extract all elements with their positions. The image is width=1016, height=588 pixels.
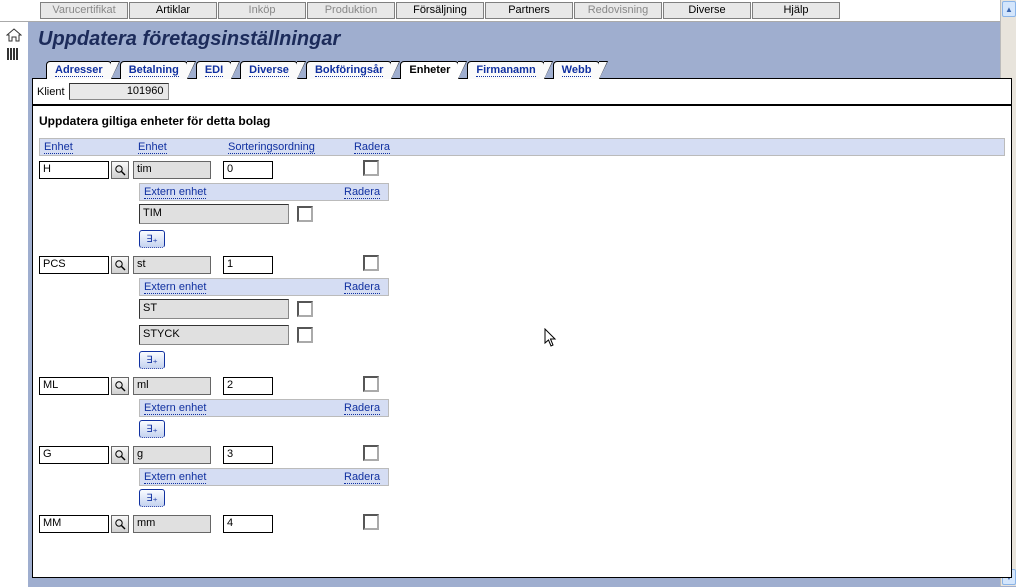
ext-col-unit: Extern enhet <box>144 471 206 484</box>
sort-input[interactable]: 2 <box>223 377 273 395</box>
add-ext-button[interactable]: ∃₊ <box>139 351 165 369</box>
unit-name-field: tim <box>133 161 211 179</box>
col-unit-code: Enhet <box>44 141 73 154</box>
ext-block: Extern enhet Radera TIM ∃₊ <box>139 183 389 251</box>
klient-label: Klient <box>37 86 65 98</box>
ext-delete-checkbox[interactable] <box>297 301 313 317</box>
tab-webb[interactable]: Webb <box>553 61 601 79</box>
list-icon[interactable] <box>7 48 21 63</box>
menu-inkop[interactable]: Inköp <box>218 2 306 19</box>
unit-row: H tim 0 <box>39 158 1005 181</box>
tab-adresser[interactable]: Adresser <box>46 61 112 79</box>
scroll-up-button[interactable]: ▲ <box>1002 1 1016 17</box>
unit-row: PCS st 1 <box>39 253 1005 276</box>
ext-block: Extern enhet Radera ST STYCK ∃₊ <box>139 278 389 372</box>
unit-row: MM mm 4 <box>39 512 1005 535</box>
ext-block: Extern enhet Radera ∃₊ <box>139 468 389 510</box>
menu-produktion[interactable]: Produktion <box>307 2 395 19</box>
add-ext-button[interactable]: ∃₊ <box>139 489 165 507</box>
ext-col-unit: Extern enhet <box>144 402 206 415</box>
menu-partners[interactable]: Partners <box>485 2 573 19</box>
menu-diverse[interactable]: Diverse <box>663 2 751 19</box>
menu-forsaljning[interactable]: Försäljning <box>396 2 484 19</box>
lookup-button[interactable] <box>111 256 129 274</box>
ext-col-del: Radera <box>344 186 380 199</box>
tab-panel: Klient 101960 Uppdatera giltiga enheter … <box>32 78 1012 578</box>
sort-input[interactable]: 0 <box>223 161 273 179</box>
home-icon[interactable] <box>6 28 22 42</box>
tab-firmanamn[interactable]: Firmanamn <box>467 61 544 79</box>
add-ext-button[interactable]: ∃₊ <box>139 230 165 248</box>
tab-diverse[interactable]: Diverse <box>240 61 298 79</box>
delete-checkbox[interactable] <box>363 445 379 461</box>
ext-col-del: Radera <box>344 281 380 294</box>
unit-code-input[interactable]: ML <box>39 377 109 395</box>
ext-unit-input[interactable]: STYCK <box>139 325 289 345</box>
delete-checkbox[interactable] <box>363 514 379 530</box>
menu-artiklar[interactable]: Artiklar <box>129 2 217 19</box>
ext-unit-input[interactable]: TIM <box>139 204 289 224</box>
unit-name-field: g <box>133 446 211 464</box>
main-area: Uppdatera företagsinställningar Adresser… <box>28 22 1016 587</box>
sort-input[interactable]: 4 <box>223 515 273 533</box>
lookup-button[interactable] <box>111 446 129 464</box>
ext-col-del: Radera <box>344 402 380 415</box>
unit-row: G g 3 <box>39 443 1005 466</box>
col-sort: Sorteringsordning <box>228 141 315 154</box>
top-menu: Varucertifikat Artiklar Inköp Produktion… <box>0 0 1016 22</box>
delete-checkbox[interactable] <box>363 160 379 176</box>
tab-edi[interactable]: EDI <box>196 61 232 79</box>
section-subtitle: Uppdatera giltiga enheter för detta bola… <box>33 106 1011 138</box>
unit-name-field: st <box>133 256 211 274</box>
unit-code-input[interactable]: MM <box>39 515 109 533</box>
ext-unit-input[interactable]: ST <box>139 299 289 319</box>
unit-code-input[interactable]: H <box>39 161 109 179</box>
menu-hjalp[interactable]: Hjälp <box>752 2 840 19</box>
klient-value: 101960 <box>69 83 169 100</box>
delete-checkbox[interactable] <box>363 376 379 392</box>
delete-checkbox[interactable] <box>363 255 379 271</box>
menu-redovisning[interactable]: Redovisning <box>574 2 662 19</box>
add-ext-button[interactable]: ∃₊ <box>139 420 165 438</box>
ext-col-unit: Extern enhet <box>144 186 206 199</box>
col-delete: Radera <box>354 141 390 154</box>
unit-code-input[interactable]: PCS <box>39 256 109 274</box>
ext-block: Extern enhet Radera ∃₊ <box>139 399 389 441</box>
lookup-button[interactable] <box>111 161 129 179</box>
sort-input[interactable]: 3 <box>223 446 273 464</box>
unit-name-field: ml <box>133 377 211 395</box>
unit-row: ML ml 2 <box>39 374 1005 397</box>
unit-name-field: mm <box>133 515 211 533</box>
tab-strip: Adresser Betalning EDI Diverse Bokföring… <box>46 61 1012 79</box>
col-unit-name: Enhet <box>138 141 167 154</box>
tab-enheter[interactable]: Enheter <box>400 61 459 79</box>
lookup-button[interactable] <box>111 515 129 533</box>
unit-code-input[interactable]: G <box>39 446 109 464</box>
grid-header: Enhet Enhet Sorteringsordning Radera <box>39 138 1005 156</box>
page-title: Uppdatera företagsinställningar <box>38 28 1012 51</box>
ext-col-unit: Extern enhet <box>144 281 206 294</box>
left-rail <box>0 22 28 587</box>
menu-varucertifikat[interactable]: Varucertifikat <box>40 2 128 19</box>
tab-bokforingsar[interactable]: Bokföringsår <box>306 61 392 79</box>
ext-delete-checkbox[interactable] <box>297 206 313 222</box>
ext-delete-checkbox[interactable] <box>297 327 313 343</box>
lookup-button[interactable] <box>111 377 129 395</box>
tab-betalning[interactable]: Betalning <box>120 61 188 79</box>
ext-col-del: Radera <box>344 471 380 484</box>
sort-input[interactable]: 1 <box>223 256 273 274</box>
